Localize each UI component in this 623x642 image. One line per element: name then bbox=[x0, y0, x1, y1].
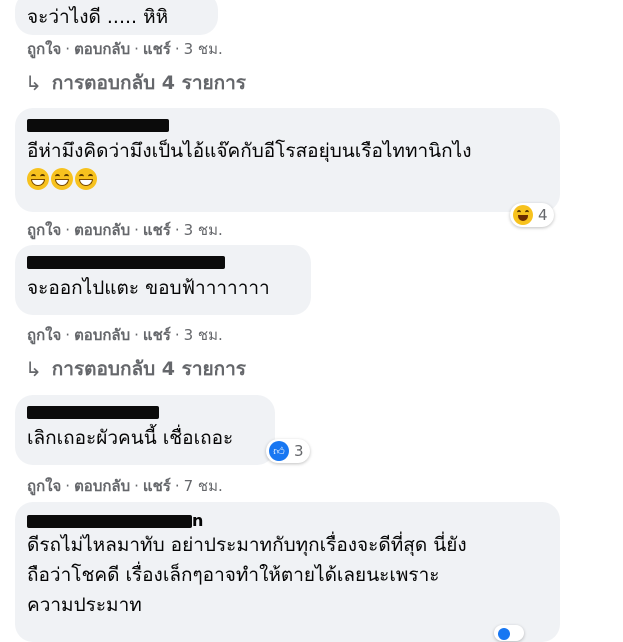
comment-actions: ถูกใจ · ตอบกลับ · แชร์ · 3 ชม. bbox=[27, 218, 223, 242]
reply-arrow-icon: ↳ bbox=[25, 71, 42, 95]
like-icon: 👍︎ bbox=[269, 441, 289, 461]
like-link[interactable]: ถูกใจ bbox=[27, 477, 61, 495]
reply-link[interactable]: ตอบกลับ bbox=[74, 477, 130, 495]
timestamp[interactable]: 3 ชม. bbox=[184, 221, 223, 239]
separator: · bbox=[174, 477, 180, 495]
comment-bubble: เลิกเถอะผัวคนนี้ เชื่อเถอะ bbox=[15, 395, 275, 465]
reaction-summary[interactable] bbox=[494, 625, 524, 641]
commenter-name-redacted[interactable] bbox=[27, 406, 159, 419]
comment-bubble: n ดีรถไม่ไหลมาทับ อย่าประมาทกับทุกเรื่อง… bbox=[15, 502, 560, 642]
timestamp[interactable]: 3 ชม. bbox=[184, 40, 223, 58]
separator: · bbox=[134, 40, 139, 58]
commenter-name-row: n bbox=[27, 510, 548, 530]
separator: · bbox=[65, 477, 71, 495]
view-replies-link[interactable]: ↳ การตอบกลับ 4 รายการ bbox=[25, 354, 246, 384]
comment-actions: ถูกใจ · ตอบกลับ · แชร์ · 3 ชม. bbox=[27, 323, 223, 347]
separator: · bbox=[65, 326, 71, 344]
comment-bubble: จะออกไปแตะ ขอบฟ้าาาาาาา bbox=[15, 245, 311, 315]
reply-link[interactable]: ตอบกลับ bbox=[74, 40, 130, 58]
commenter-name-redacted[interactable] bbox=[27, 119, 169, 132]
reaction-summary[interactable]: 👍︎ 3 bbox=[266, 439, 310, 463]
comment-text-line: ถือว่าโชคดี เรื่องเล็กๆอาจทำให้ตายได้เลย… bbox=[27, 564, 440, 586]
like-link[interactable]: ถูกใจ bbox=[27, 326, 61, 344]
separator: · bbox=[65, 221, 71, 239]
reply-link[interactable]: ตอบกลับ bbox=[74, 326, 130, 344]
comment-text: เลิกเถอะผัวคนนี้ เชื่อเถอะ bbox=[27, 427, 234, 449]
laughing-face-icon bbox=[513, 205, 533, 225]
commenter-name-tail[interactable]: n bbox=[192, 512, 203, 530]
separator: · bbox=[134, 326, 139, 344]
reply-link[interactable]: ตอบกลับ bbox=[74, 221, 130, 239]
separator: · bbox=[174, 221, 180, 239]
comment-actions: ถูกใจ · ตอบกลับ · แชร์ · 3 ชม. bbox=[27, 37, 223, 61]
share-link[interactable]: แชร์ bbox=[143, 221, 171, 239]
like-link[interactable]: ถูกใจ bbox=[27, 221, 61, 239]
comment-actions: ถูกใจ · ตอบกลับ · แชร์ · 7 ชม. bbox=[27, 474, 223, 498]
separator: · bbox=[174, 326, 180, 344]
comment-text-line: ดีรถไม่ไหลมาทับ อย่าประมาทกับทุกเรื่องจะ… bbox=[27, 534, 467, 556]
view-replies-link[interactable]: ↳ การตอบกลับ 4 รายการ bbox=[25, 68, 246, 98]
reply-arrow-icon: ↳ bbox=[25, 357, 42, 381]
grinning-squinting-face-icon bbox=[75, 168, 97, 190]
timestamp[interactable]: 3 ชม. bbox=[184, 326, 223, 344]
comment-text-line: ความประมาท bbox=[27, 594, 142, 616]
commenter-name-redacted[interactable] bbox=[27, 256, 225, 269]
commenter-name-redacted[interactable] bbox=[27, 515, 192, 528]
comment-bubble-top: จะว่าไงดี ..... หิหิ bbox=[15, 0, 218, 35]
grinning-squinting-face-icon bbox=[27, 168, 49, 190]
comment-text: จะว่าไงดี ..... หิหิ bbox=[27, 6, 169, 28]
comment-bubble: อีห่ามึงคิดว่ามึงเป็นไอ้แจ๊คกับอีโรสอยุ่… bbox=[15, 108, 560, 212]
separator: · bbox=[134, 477, 139, 495]
share-link[interactable]: แชร์ bbox=[143, 326, 171, 344]
reaction-count: 4 bbox=[538, 206, 548, 224]
separator: · bbox=[174, 40, 180, 58]
separator: · bbox=[134, 221, 139, 239]
replies-count-label: การตอบกลับ 4 รายการ bbox=[51, 358, 246, 380]
replies-count-label: การตอบกลับ 4 รายการ bbox=[51, 72, 246, 94]
grinning-squinting-face-icon bbox=[51, 168, 73, 190]
share-link[interactable]: แชร์ bbox=[143, 40, 171, 58]
emoji-row bbox=[27, 168, 548, 190]
comment-text: อีห่ามึงคิดว่ามึงเป็นไอ้แจ๊คกับอีโรสอยุ่… bbox=[27, 140, 472, 162]
reaction-count: 3 bbox=[294, 442, 304, 460]
like-link[interactable]: ถูกใจ bbox=[27, 40, 61, 58]
timestamp[interactable]: 7 ชม. bbox=[184, 477, 223, 495]
share-link[interactable]: แชร์ bbox=[143, 477, 171, 495]
separator: · bbox=[65, 40, 71, 58]
comment-text: จะออกไปแตะ ขอบฟ้าาาาาาา bbox=[27, 277, 270, 299]
reaction-summary[interactable]: 4 bbox=[510, 203, 554, 227]
